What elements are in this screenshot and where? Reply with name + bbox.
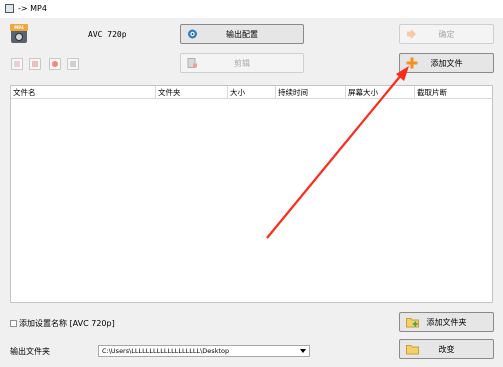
stop-icon[interactable] <box>49 58 61 70</box>
column-header-size[interactable]: 大小 <box>228 86 276 99</box>
column-header-filename[interactable]: 文件名 <box>11 86 156 99</box>
edit-clip-icon <box>187 58 197 68</box>
output-folder-label: 输出文件夹 <box>10 347 50 356</box>
add-folder-button[interactable]: 添加文件夹 <box>399 312 494 332</box>
title-bar: -> MP4 <box>0 0 503 18</box>
change-label: 改变 <box>438 344 455 354</box>
confirm-arrow-icon <box>407 29 416 39</box>
add-file-button[interactable]: 添加文件 <box>399 53 494 73</box>
change-button[interactable]: 改变 <box>399 339 494 359</box>
ok-label: 确定 <box>438 29 455 39</box>
edit-label: 剪辑 <box>234 58 250 68</box>
file-list-header: 文件名 文件夹 大小 持续时间 屏幕大小 截取片断 <box>11 86 492 99</box>
preset-label: AVC 720p <box>88 30 127 39</box>
add-preset-name-label: 添加设置名称 [AVC 720p] <box>19 319 115 328</box>
column-header-clip[interactable]: 截取片断 <box>415 86 493 99</box>
add-plus-icon <box>406 57 418 69</box>
add-preset-name-checkbox[interactable] <box>10 320 17 327</box>
column-header-folder[interactable]: 文件夹 <box>156 86 228 99</box>
media-info-icon[interactable] <box>67 58 79 70</box>
output-config-icon <box>188 29 197 39</box>
edit-button[interactable]: 剪辑 <box>180 53 304 73</box>
add-folder-label: 添加文件夹 <box>426 317 467 327</box>
output-config-label: 输出配置 <box>226 29 258 39</box>
add-preset-name-option[interactable]: 添加设置名称 [AVC 720p] <box>10 318 115 329</box>
add-folder-icon <box>406 318 419 328</box>
column-header-duration[interactable]: 持续时间 <box>276 86 346 99</box>
column-header-screen-size[interactable]: 屏幕大小 <box>346 86 415 99</box>
mp4-format-icon: MP4 <box>10 24 28 44</box>
clear-list-icon[interactable] <box>29 58 41 70</box>
output-folder-path: C:\Users\LLLLLLLLLLLLLLLLLLL\Desktop <box>102 347 230 355</box>
window-title: -> MP4 <box>18 4 47 13</box>
chevron-down-icon <box>300 349 306 353</box>
output-config-button[interactable]: 输出配置 <box>180 24 304 44</box>
add-file-label: 添加文件 <box>430 58 463 68</box>
app-icon <box>5 4 14 13</box>
ok-button[interactable]: 确定 <box>399 24 494 44</box>
file-list[interactable]: 文件名 文件夹 大小 持续时间 屏幕大小 截取片断 <box>10 85 493 303</box>
folder-icon <box>406 345 419 355</box>
output-folder-dropdown[interactable]: C:\Users\LLLLLLLLLLLLLLLLLLL\Desktop <box>98 345 310 357</box>
remove-file-icon[interactable] <box>11 58 23 70</box>
